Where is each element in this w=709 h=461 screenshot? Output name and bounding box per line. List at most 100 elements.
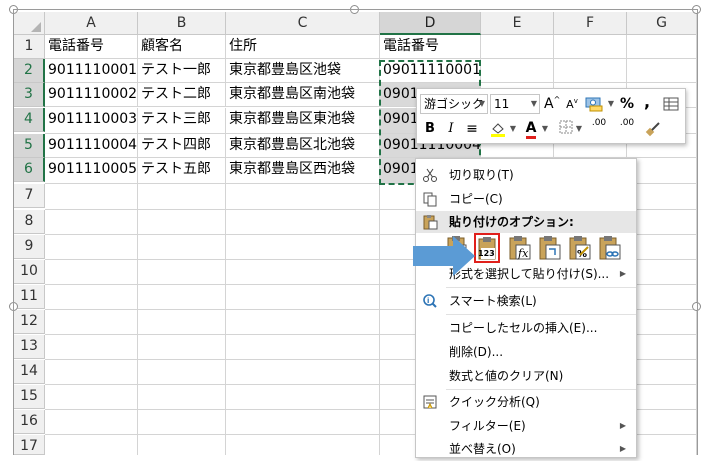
menu-item-copy[interactable]: コピー(C): [416, 187, 636, 211]
shrink-font-button[interactable]: Av: [565, 94, 579, 116]
paste-formulas-icon[interactable]: fx: [506, 233, 532, 263]
mini-toolbar: 游ゴシック ▼ 11 ▼ A^ Av ▼ % , B I ≡ ▼ A ▼ ▼ .…: [416, 88, 686, 144]
paste-options-header: 貼り付けのオプション:: [416, 211, 636, 233]
chevron-right-icon: ▶: [619, 444, 626, 453]
chevron-down-icon[interactable]: ▼: [607, 93, 615, 115]
cell-c1[interactable]: 住所: [226, 35, 380, 59]
fill-color-button[interactable]: [487, 118, 509, 140]
copy-icon: [423, 192, 437, 207]
column-header-b[interactable]: B: [138, 12, 226, 35]
cell-b4[interactable]: テスト三郎: [138, 108, 226, 134]
cell-c5[interactable]: 東京都豊島区北池袋: [226, 134, 380, 158]
format-painter-button[interactable]: [643, 118, 663, 140]
menu-item-label: 数式と値のクリア(N): [449, 369, 564, 383]
cell-a5[interactable]: 9011110004: [45, 134, 138, 158]
cell-c6[interactable]: 東京都豊島区西池袋: [226, 158, 380, 184]
bold-button[interactable]: B: [420, 118, 440, 140]
table-grid-icon: [663, 97, 679, 111]
cell-a3[interactable]: 9011110002: [45, 83, 138, 107]
row-header-3[interactable]: 3: [14, 83, 45, 107]
row-header-17[interactable]: 17: [14, 435, 45, 455]
paste-link-icon[interactable]: [596, 233, 622, 263]
cell-c2[interactable]: 東京都豊島区池袋: [226, 59, 380, 83]
align-center-button[interactable]: ≡: [463, 118, 481, 140]
row-header-1[interactable]: 1: [14, 35, 45, 59]
grow-font-icon: A: [544, 96, 554, 112]
menu-item-insert-copied-cells[interactable]: コピーしたセルの挿入(E)...: [416, 316, 636, 340]
row-header-13[interactable]: 13: [14, 335, 45, 359]
font-name-dropdown[interactable]: 游ゴシック ▼: [420, 94, 488, 114]
spreadsheet[interactable]: A B C D E F G 1 2 3 4 5 6 7 8 9 10 11 12…: [0, 0, 709, 458]
cell-b6[interactable]: テスト五郎: [138, 158, 226, 184]
borders-button[interactable]: [557, 118, 575, 140]
menu-item-label: スマート検索(L): [449, 294, 537, 308]
paste-transpose-icon[interactable]: [536, 233, 562, 263]
percent-style-button[interactable]: %: [619, 93, 635, 115]
row-header-6[interactable]: 6: [14, 158, 45, 182]
cell-b1[interactable]: 顧客名: [138, 35, 226, 59]
cell-c4[interactable]: 東京都豊島区東池袋: [226, 108, 380, 134]
row-header-16[interactable]: 16: [14, 410, 45, 434]
row-header-7[interactable]: 7: [14, 184, 45, 208]
column-header-e[interactable]: E: [481, 12, 554, 35]
cell-a6[interactable]: 9011110005: [45, 158, 138, 184]
row-header-15[interactable]: 15: [14, 385, 45, 409]
cell-d2[interactable]: 09011110001: [380, 59, 481, 83]
font-size-dropdown[interactable]: 11 ▼: [490, 94, 540, 114]
quick-analysis-icon: [423, 395, 437, 409]
cell-b3[interactable]: テスト二郎: [138, 83, 226, 107]
menu-item-label: 削除(D)...: [449, 345, 504, 359]
grow-font-button[interactable]: A^: [544, 93, 560, 115]
column-header-c[interactable]: C: [226, 12, 380, 35]
shrink-font-icon: A: [566, 98, 574, 111]
increase-decimal-button[interactable]: .00: [587, 118, 611, 140]
decrease-decimal-button[interactable]: .00: [615, 118, 639, 140]
row-header-2[interactable]: 2: [14, 59, 45, 83]
font-color-button[interactable]: A: [521, 117, 541, 139]
menu-item-quick-analysis[interactable]: クイック分析(Q): [416, 390, 636, 414]
row-header-10[interactable]: 10: [14, 260, 45, 284]
menu-item-label: フィルター(E): [449, 419, 526, 433]
cell-a4[interactable]: 9011110003: [45, 108, 138, 134]
column-header-d[interactable]: D: [380, 12, 481, 35]
chevron-down-icon[interactable]: ▼: [575, 118, 583, 140]
comma-style-button[interactable]: ,: [641, 91, 653, 113]
menu-item-smart-lookup[interactable]: i スマート検索(L): [416, 289, 636, 313]
column-header-g[interactable]: G: [627, 12, 697, 35]
cell-a2[interactable]: 9011110001: [45, 59, 138, 83]
paste-values-button[interactable]: 123: [474, 233, 500, 263]
chevron-down-icon[interactable]: ▼: [541, 118, 549, 140]
row-header-11[interactable]: 11: [14, 285, 45, 309]
italic-button[interactable]: I: [443, 118, 459, 140]
cell-b2[interactable]: テスト一郎: [138, 59, 226, 83]
column-header-f[interactable]: F: [554, 12, 627, 35]
scissors-icon: [423, 168, 437, 182]
menu-item-sort[interactable]: 並べ替え(O) ▶: [416, 437, 636, 461]
select-all-triangle-icon: [31, 22, 41, 32]
cell-d1[interactable]: 電話番号: [380, 35, 481, 59]
paste-formatting-icon[interactable]: %: [566, 233, 592, 263]
row-header-12[interactable]: 12: [14, 310, 45, 334]
svg-text:i: i: [427, 297, 429, 305]
menu-item-filter[interactable]: フィルター(E) ▶: [416, 414, 636, 438]
context-menu: 切り取り(T) コピー(C) 貼り付けのオプション: 123 fx % 形式を選…: [415, 158, 637, 458]
menu-item-clear-contents[interactable]: 数式と値のクリア(N): [416, 364, 636, 388]
row-header-9[interactable]: 9: [14, 235, 45, 259]
accounting-format-icon: [585, 97, 603, 112]
row-header-8[interactable]: 8: [14, 210, 45, 234]
row-header-14[interactable]: 14: [14, 360, 45, 384]
row-header-4[interactable]: 4: [14, 108, 45, 132]
column-header-a[interactable]: A: [45, 12, 138, 35]
menu-item-delete[interactable]: 削除(D)...: [416, 340, 636, 364]
cell-b5[interactable]: テスト四郎: [138, 134, 226, 158]
cell-a1[interactable]: 電話番号: [45, 35, 138, 59]
format-table-button[interactable]: [661, 93, 681, 115]
menu-separator: [446, 287, 636, 288]
number-format-button[interactable]: [583, 93, 607, 115]
chevron-down-icon[interactable]: ▼: [509, 118, 517, 140]
row-header-5[interactable]: 5: [14, 134, 45, 158]
cell-c3[interactable]: 東京都豊島区南池袋: [226, 83, 380, 107]
borders-icon: [559, 120, 573, 134]
font-size-value: 11: [494, 97, 510, 111]
menu-item-cut[interactable]: 切り取り(T): [416, 163, 636, 187]
